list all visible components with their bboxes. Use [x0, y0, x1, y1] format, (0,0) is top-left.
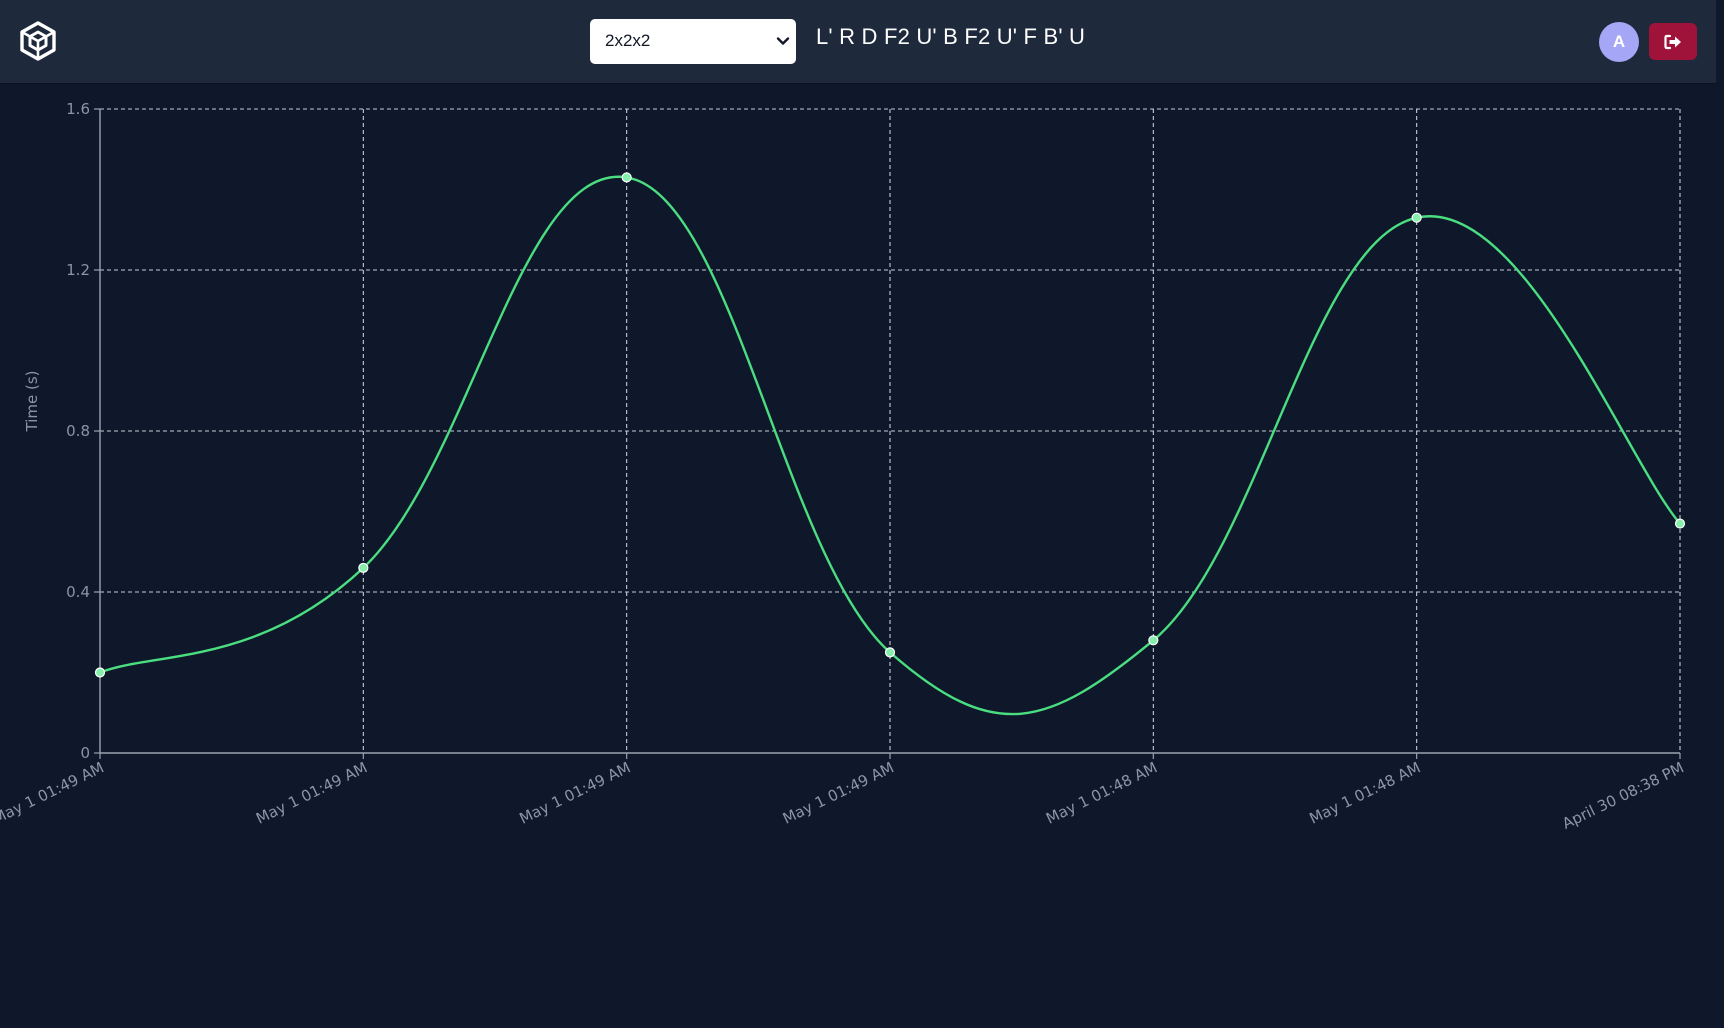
top-navbar: 2x2x2 L' R D F2 U' B F2 U' F B' U A	[0, 0, 1716, 83]
x-tick-label: May 1 01:49 AM	[253, 758, 370, 827]
avatar[interactable]: A	[1599, 22, 1639, 62]
x-tick-label: May 1 01:49 AM	[517, 758, 634, 827]
puzzle-select[interactable]: 2x2x2	[590, 19, 796, 64]
data-point[interactable]	[1411, 212, 1422, 223]
data-point[interactable]	[94, 667, 106, 678]
y-tick-label: 1.6	[66, 100, 90, 118]
puzzle-select-value: 2x2x2	[605, 31, 651, 50]
x-tick-label: May 1 01:48 AM	[1043, 758, 1160, 827]
data-point[interactable]	[884, 647, 896, 658]
solve-times-chart: 0 0.4 0.8 1.2 1.6 May 1 01:49 AM May 1 01:49 A…	[0, 100, 1687, 833]
chevron-down-icon	[776, 37, 790, 45]
x-tick-label: May 1 01:49 AM	[780, 758, 897, 827]
data-point[interactable]	[358, 562, 369, 573]
scramble-text: L' R D F2 U' B F2 U' F B' U	[816, 24, 1086, 49]
y-tick-label: 0	[80, 744, 90, 762]
y-tick-label: 1.2	[66, 261, 90, 279]
y-tick-label: 0.4	[66, 583, 90, 601]
y-tick-label: 0.8	[66, 422, 90, 440]
x-tick-label: April 30 08:38 PM	[1559, 758, 1686, 832]
data-point[interactable]	[1148, 635, 1159, 646]
logout-button[interactable]	[1649, 23, 1697, 60]
x-tick-label: May 1 01:49 AM	[0, 758, 107, 827]
data-point[interactable]	[621, 172, 632, 183]
chart-axes: 0 0.4 0.8 1.2 1.6 May 1 01:49 AM May 1 01:49 A…	[0, 100, 1687, 833]
cube-logo-icon[interactable]	[19, 21, 57, 61]
sign-out-icon	[1664, 34, 1681, 49]
x-tick-label: May 1 01:48 AM	[1307, 758, 1424, 827]
y-axis-title: Time (s)	[23, 371, 41, 433]
data-point[interactable]	[1674, 518, 1686, 529]
